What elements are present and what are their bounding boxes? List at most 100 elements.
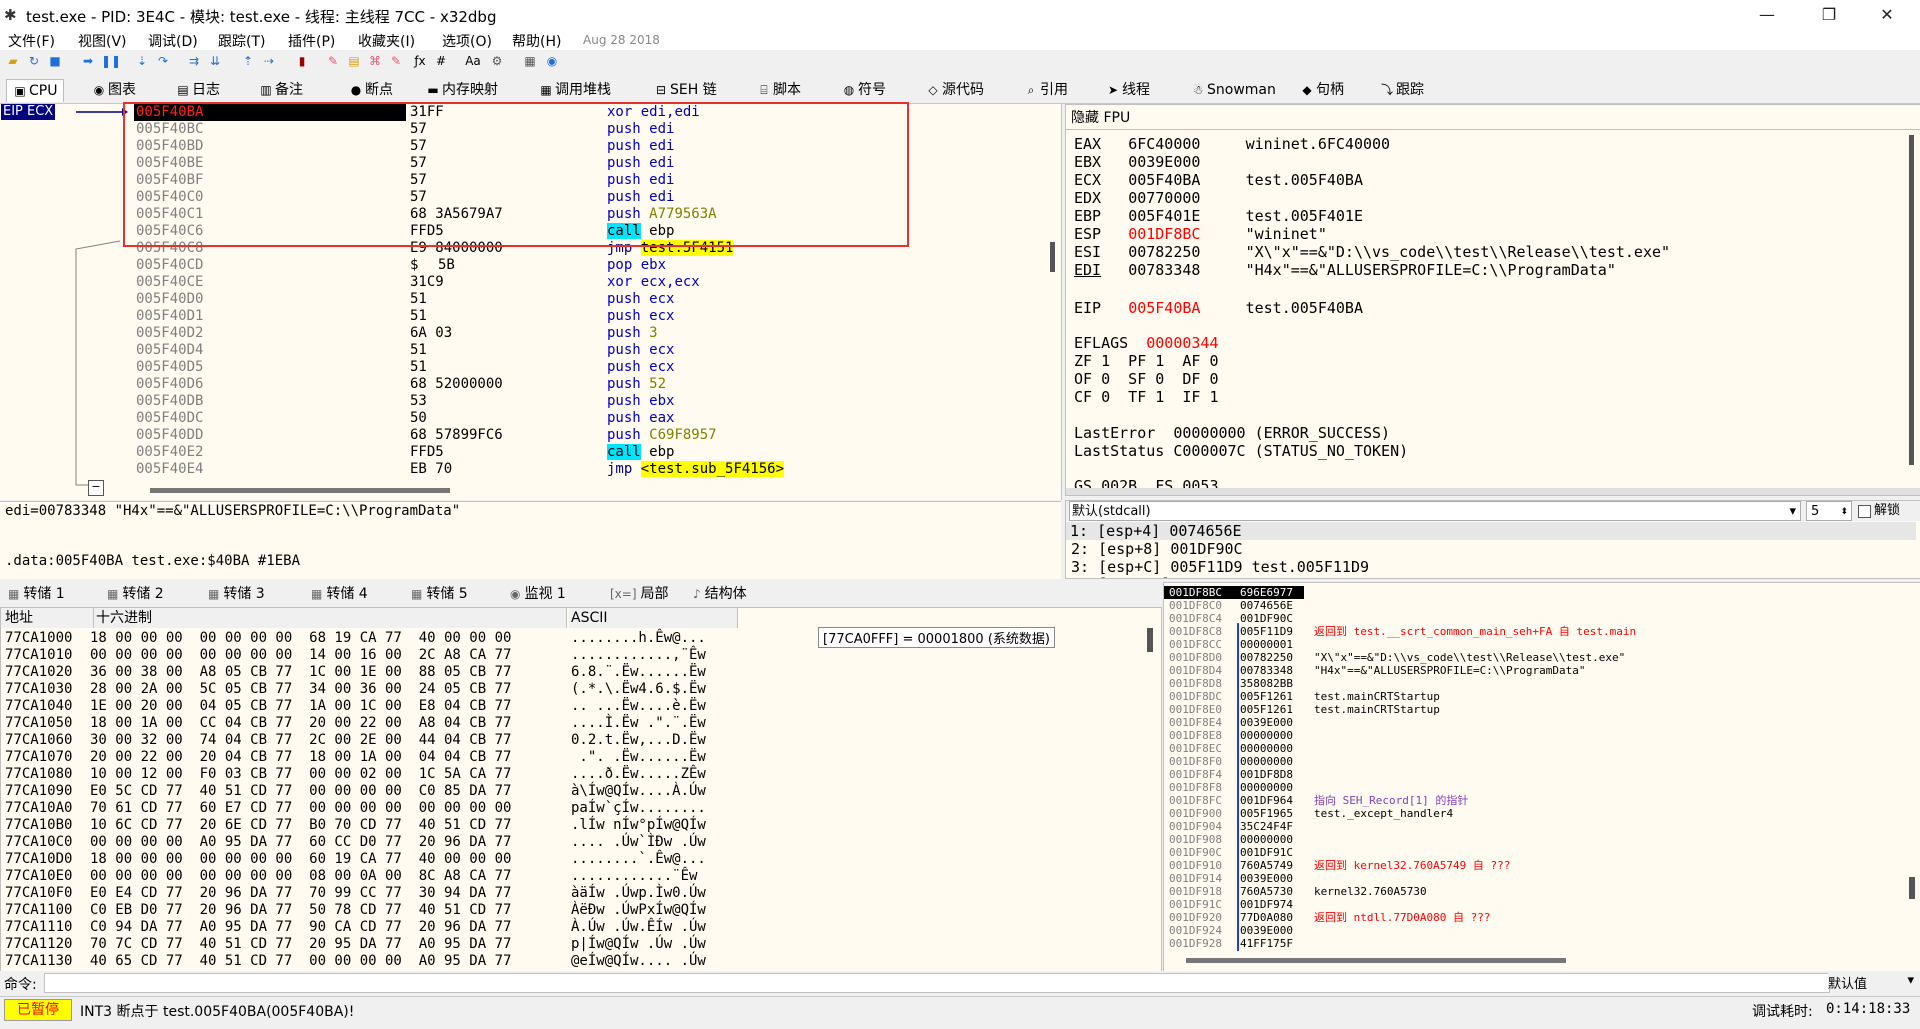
tab-label: 转储 2 [122, 586, 164, 602]
register-ebp[interactable]: EBP 005F401E test.005F401E [1074, 207, 1363, 225]
register-esp[interactable]: ESP 001DF8BC "wininet" [1074, 225, 1327, 243]
stack-scrollbar-thumb[interactable] [1909, 877, 1915, 899]
restart-icon[interactable]: ↻ [26, 53, 42, 69]
tab-11[interactable]: ◇ 源代码 [920, 79, 990, 101]
arg-row[interactable]: 3: [esp+C] 005F11D9 test.005F11D9 [1071, 558, 1369, 576]
menu-plugins[interactable]: 插件(P) [288, 31, 335, 51]
maximize-button[interactable]: ❐ [1806, 2, 1852, 28]
menu-favourites[interactable]: 收藏夹(I) [358, 31, 415, 51]
trace-over-icon[interactable]: ⇊ [207, 53, 223, 69]
step-into-icon[interactable]: ⇣ [134, 53, 150, 69]
unlock-checkbox[interactable] [1858, 505, 1871, 518]
close-button[interactable]: ✕ [1864, 2, 1910, 28]
registers-scrollbar-thumb[interactable] [1909, 135, 1914, 465]
close-debuggee-icon[interactable]: ■ [47, 53, 63, 69]
dump-tab-4[interactable]: ▦ 转储 4 [311, 584, 368, 604]
tab-9[interactable]: ⌸ 脚本 [751, 79, 807, 101]
stack-row[interactable]: 001DF8BC 696E6977 [1164, 586, 1304, 599]
disasm-instruction: push 3 [607, 325, 658, 342]
dump-tab-6[interactable]: ◉ 监视 1 [510, 584, 566, 604]
trace-into-icon[interactable]: ⇉ [186, 53, 202, 69]
tab-15[interactable]: ◆ 句柄 [1294, 79, 1350, 101]
flags-row-1[interactable]: ZF 1 PF 1 AF 0 [1074, 352, 1219, 370]
about-icon[interactable]: ◉ [544, 53, 560, 69]
labels-icon[interactable]: ▤ [346, 53, 362, 69]
dump-tab-2[interactable]: ▦ 转储 2 [107, 584, 164, 604]
tab-1[interactable]: ▣ CPU [6, 79, 65, 102]
tab-6[interactable]: ▬ 内存映射 [420, 79, 504, 101]
disasm-address: 005F40E2 [136, 444, 204, 460]
tab-2[interactable]: ◉ 图表 [86, 79, 142, 101]
functions-icon[interactable]: ✎ [388, 53, 404, 69]
dump-tab-5[interactable]: ▦ 转储 5 [411, 584, 468, 604]
fx-icon[interactable]: ƒx [412, 53, 428, 69]
string-icon[interactable]: Aa [465, 53, 481, 69]
comments-icon[interactable]: ✎ [325, 53, 341, 69]
disasm-operands: ecx [649, 359, 675, 375]
run-icon[interactable]: ➡ [80, 53, 96, 69]
tab-4[interactable]: ▥ 备注 [253, 79, 309, 101]
register-eip[interactable]: EIP 005F40BA test.005F40BA [1074, 299, 1363, 317]
menu-view[interactable]: 视图(V) [78, 31, 127, 51]
tab-10[interactable]: ◍ 符号 [836, 79, 892, 101]
dump-tab-7[interactable]: [x=] 局部 [610, 584, 669, 604]
settings-icon[interactable]: ⚙ [489, 53, 505, 69]
command-mode-select[interactable]: 默认值 ▾ [1828, 973, 1916, 992]
menu-help[interactable]: 帮助(H) [512, 31, 561, 51]
calling-convention-select[interactable]: 默认(stdcall) ▾ [1069, 501, 1801, 521]
tab-icon: ⌸ [760, 83, 768, 97]
register-edi[interactable]: EDI 00783348 "H4x"==&"ALLUSERSPROFILE=C:… [1074, 261, 1616, 279]
arg-row[interactable]: 1: [esp+4] 0074656E [1066, 522, 1916, 540]
dump-tab-8[interactable]: ♪ 结构体 [693, 584, 747, 604]
tab-16[interactable]: ⤵ 跟踪 [1374, 79, 1430, 101]
minimize-button[interactable]: — [1744, 2, 1790, 28]
tab-3[interactable]: ▤ 日志 [170, 79, 226, 101]
menu-trace[interactable]: 跟踪(T) [218, 31, 265, 51]
open-icon[interactable]: ▰ [5, 53, 21, 69]
menu-file[interactable]: 文件(F) [8, 31, 55, 51]
register-esi[interactable]: ESI 00782250 "X\"x"==&"D:\\vs_code\\test… [1074, 243, 1670, 261]
register-edx[interactable]: EDX 00770000 [1074, 189, 1246, 207]
stack-value: 00000000 [1240, 833, 1293, 846]
arg-count-stepper[interactable]: 5 ⬍ [1806, 501, 1852, 521]
tab-icon: ▤ [177, 83, 189, 97]
patch-icon[interactable]: ▮ [294, 53, 310, 69]
register-ebx[interactable]: EBX 0039E000 [1074, 153, 1246, 171]
collapse-button[interactable]: − [88, 480, 104, 496]
dump-ascii: ....ð.Ëw.....ZÊw [571, 766, 706, 782]
step-over-icon[interactable]: ↷ [155, 53, 171, 69]
stack-hscroll-thumb[interactable] [1186, 958, 1566, 963]
stack-view[interactable]: 001DF8BC 696E6977 001DF8C0 0074656E 001DF8C4… [1163, 582, 1920, 972]
arg-row[interactable]: 4: [esp+10] 00000001 [1071, 575, 1252, 578]
registers-view[interactable]: 隐藏 FPU EAX 6FC40000 wininet.6FC40000 EBX … [1065, 104, 1920, 496]
tab-12[interactable]: ⌕ 引用 [1018, 79, 1074, 101]
arg-row[interactable]: 2: [esp+8] 001DF90C [1071, 540, 1243, 558]
register-ecx[interactable]: ECX 005F40BA test.005F40BA [1074, 171, 1363, 189]
tab-13[interactable]: ➤ 线程 [1100, 79, 1156, 101]
disassembly-scrollbar-thumb[interactable] [1050, 242, 1055, 272]
flags-row-2[interactable]: OF 0 SF 0 DF 0 [1074, 370, 1219, 388]
hide-fpu-button[interactable]: 隐藏 FPU [1071, 107, 1130, 127]
run-to-user-code-icon[interactable]: ⇢ [261, 53, 277, 69]
tab-5[interactable]: ● 断点 [343, 79, 399, 101]
register-eflags[interactable]: EFLAGS 00000344 [1074, 334, 1219, 352]
dump-tab-3[interactable]: ▦ 转储 3 [208, 584, 265, 604]
calculator-icon[interactable]: ▦ [522, 53, 538, 69]
hex-dump-view[interactable]: 地址 十六进制 ASCII 77CA1000 18 00 00 00 00 00 … [0, 607, 1162, 972]
tab-14[interactable]: ☃ Snowman [1185, 79, 1282, 101]
execute-till-return-icon[interactable]: ⇡ [240, 53, 256, 69]
flags-row-3[interactable]: CF 0 TF 1 IF 1 [1074, 388, 1219, 406]
paused-badge: 已暂停 [4, 999, 72, 1021]
tab-8[interactable]: ⊟ SEH 链 [648, 79, 723, 101]
pause-icon[interactable]: ❚❚ [101, 53, 121, 69]
bookmarks-icon[interactable]: ⌘ [367, 53, 383, 69]
command-input[interactable] [44, 973, 1830, 993]
register-eax[interactable]: EAX 6FC40000 wininet.6FC40000 [1074, 135, 1390, 153]
disassembly-hscroll-thumb[interactable] [150, 488, 450, 493]
dump-tab-1[interactable]: ▦ 转储 1 [8, 584, 65, 604]
tab-7[interactable]: ▦ 调用堆栈 [533, 79, 617, 101]
hash-icon[interactable]: # [433, 53, 449, 69]
dump-scrollbar-thumb[interactable] [1147, 628, 1153, 652]
menu-debug[interactable]: 调试(D) [148, 31, 198, 51]
menu-options[interactable]: 选项(O) [442, 31, 492, 51]
